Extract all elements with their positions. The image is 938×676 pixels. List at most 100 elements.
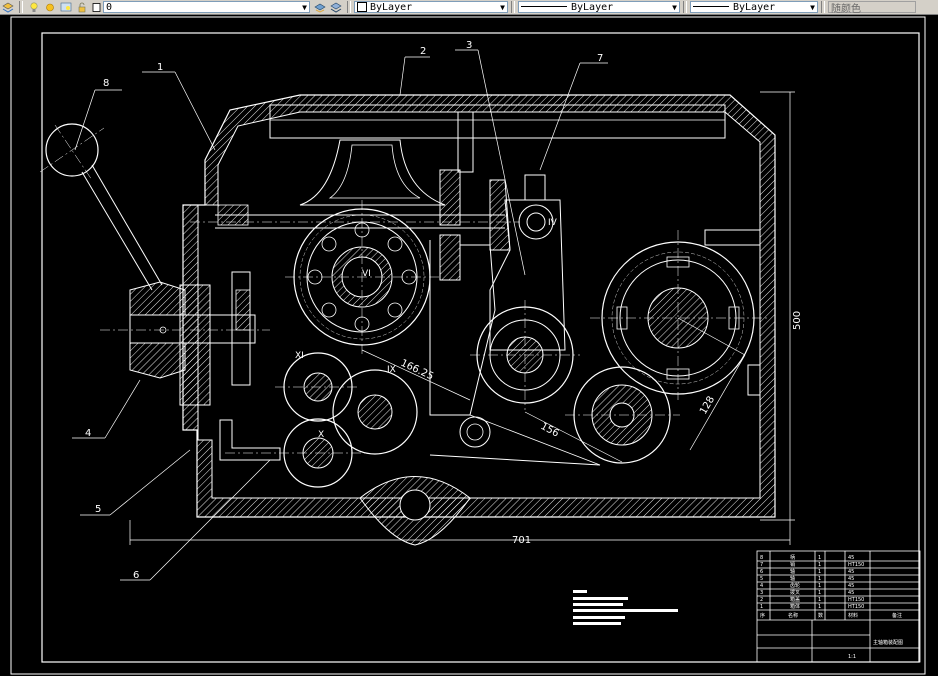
layer-previous-icon[interactable] <box>330 2 342 13</box>
tb-row-5-name: 齿轮 <box>790 582 800 589</box>
toolbar-separator <box>347 1 351 13</box>
shaft-label-ix: IX <box>387 365 396 375</box>
linetype-dropdown-value: ByLayer <box>571 1 614 13</box>
tb-drawing-title: 主轴箱装配图 <box>873 639 903 646</box>
tb-row-8-name: 箱体 <box>790 603 800 610</box>
make-current-layer-icon[interactable] <box>314 2 326 13</box>
gear-shaft-ix <box>332 369 418 455</box>
part-label-4: 4 <box>85 428 91 439</box>
dimension-d3: 128 <box>698 394 717 416</box>
chevron-down-icon: ▼ <box>302 2 307 12</box>
toolbar-separator <box>821 1 825 13</box>
tb-header-qty: 数 <box>818 612 823 619</box>
tb-header-material: 材料 <box>848 612 858 619</box>
tb-row-7-material: HT150 <box>848 597 864 603</box>
color-dropdown-value: ByLayer <box>370 1 413 13</box>
tb-header-note: 备注 <box>892 612 902 619</box>
lineweight-dropdown-value: ByLayer <box>733 1 776 13</box>
tb-row-5-qty: 1 <box>818 583 821 589</box>
viewport-freeze-icon[interactable] <box>60 2 72 13</box>
lineweight-dropdown[interactable]: ByLayer ▼ <box>690 1 818 13</box>
chevron-down-icon: ▼ <box>500 2 505 12</box>
handle-lever <box>39 123 163 291</box>
tb-row-7-no: 2 <box>760 597 763 603</box>
tb-row-3-name: 轴 <box>790 568 795 575</box>
part-label-5: 5 <box>95 504 101 515</box>
color-swatch-icon <box>357 1 367 12</box>
tb-row-3-material: 45 <box>848 569 854 575</box>
gear-shaft-x <box>225 418 365 488</box>
lock-icon[interactable] <box>76 2 88 13</box>
sun-icon[interactable] <box>44 2 56 13</box>
lineweight-sample-icon <box>693 6 729 7</box>
gear-shaft-xi <box>275 352 360 422</box>
shaft-label-xi: XI <box>295 351 304 361</box>
part-label-2: 2 <box>420 46 426 57</box>
part-label-3: 3 <box>466 40 472 51</box>
tb-row-4-no: 5 <box>760 576 763 582</box>
shaft-label-iv: IV <box>548 218 558 228</box>
color-dropdown[interactable]: ByLayer ▼ <box>354 1 508 13</box>
dimension-width: 701 <box>512 535 531 546</box>
layer-manager-icon[interactable] <box>2 2 14 13</box>
tb-row-2-qty: 1 <box>818 562 821 568</box>
layer-color-swatch-icon <box>92 2 101 12</box>
dimension-height: 500 <box>792 311 803 330</box>
plotstyle-dropdown-value: 随颜色 <box>831 3 861 15</box>
tb-row-1-qty: 1 <box>818 555 821 561</box>
center-support <box>299 139 446 206</box>
part-label-7: 7 <box>597 53 603 64</box>
tb-header-no: 序 <box>760 612 765 619</box>
tb-row-1-material: 45 <box>848 555 854 561</box>
tb-row-4-material: 45 <box>848 576 854 582</box>
tb-row-2-name: 销 <box>790 561 795 568</box>
tb-row-6-material: 45 <box>848 590 854 596</box>
pivot-roller <box>459 416 491 448</box>
tb-row-8-material: HT150 <box>848 604 864 610</box>
tb-scale: 1:1 <box>848 654 856 660</box>
tb-row-8-qty: 1 <box>818 604 821 610</box>
layer-dropdown[interactable]: 0 ▼ <box>103 1 310 13</box>
linetype-dropdown[interactable]: ByLayer ▼ <box>518 1 680 13</box>
tb-row-2-material: HT150 <box>848 562 864 568</box>
properties-toolbar: 0 ▼ ByLayer ▼ ByLayer ▼ ByLayer ▼ 随颜色 <box>0 0 938 15</box>
tb-row-1-no: 8 <box>760 555 763 561</box>
chevron-down-icon: ▼ <box>672 2 677 12</box>
part-label-1: 1 <box>157 62 163 73</box>
layer-dropdown-value: 0 <box>106 1 113 13</box>
toolbar-separator <box>511 1 515 13</box>
tb-row-8-no: 1 <box>760 604 763 610</box>
tb-row-4-qty: 1 <box>818 576 821 582</box>
left-bracket <box>179 271 281 461</box>
chevron-down-icon: ▼ <box>810 2 815 12</box>
tb-header-name: 名称 <box>788 612 798 619</box>
linetype-sample-icon <box>521 6 567 7</box>
tb-row-3-qty: 1 <box>818 569 821 575</box>
tb-row-7-name: 箱盖 <box>790 596 800 603</box>
top-shaft <box>190 204 520 229</box>
lower-right-gear <box>565 366 680 464</box>
tb-row-4-name: 轴 <box>790 575 795 582</box>
part-label-6: 6 <box>133 570 139 581</box>
pivot-roller-inner <box>466 423 484 441</box>
shaft-label-vi: VI <box>362 269 371 279</box>
tb-row-3-no: 6 <box>760 569 763 575</box>
technical-notes <box>573 590 678 625</box>
tb-row-1-name: 柄 <box>790 554 795 561</box>
tb-row-7-qty: 1 <box>818 597 821 603</box>
toolbar-separator <box>683 1 687 13</box>
tb-row-5-material: 45 <box>848 583 854 589</box>
toolbar-separator <box>19 1 23 13</box>
lightbulb-icon[interactable] <box>28 1 40 13</box>
tb-row-6-qty: 1 <box>818 590 821 596</box>
tb-row-5-no: 4 <box>760 583 763 589</box>
cad-drawing-canvas[interactable]: 1 2 3 4 5 6 7 8 VI IX XI X IV 701 500 1 6… <box>0 15 938 676</box>
plotstyle-dropdown: 随颜色 <box>828 1 916 15</box>
shaft-label-x: X <box>318 430 324 440</box>
tb-row-2-no: 7 <box>760 562 763 568</box>
dimension-d2: 156 <box>539 421 561 440</box>
tb-row-6-name: 拨叉 <box>790 589 800 596</box>
layer-tools <box>0 1 103 14</box>
large-gear-right <box>590 230 770 400</box>
part-label-8: 8 <box>103 78 109 89</box>
